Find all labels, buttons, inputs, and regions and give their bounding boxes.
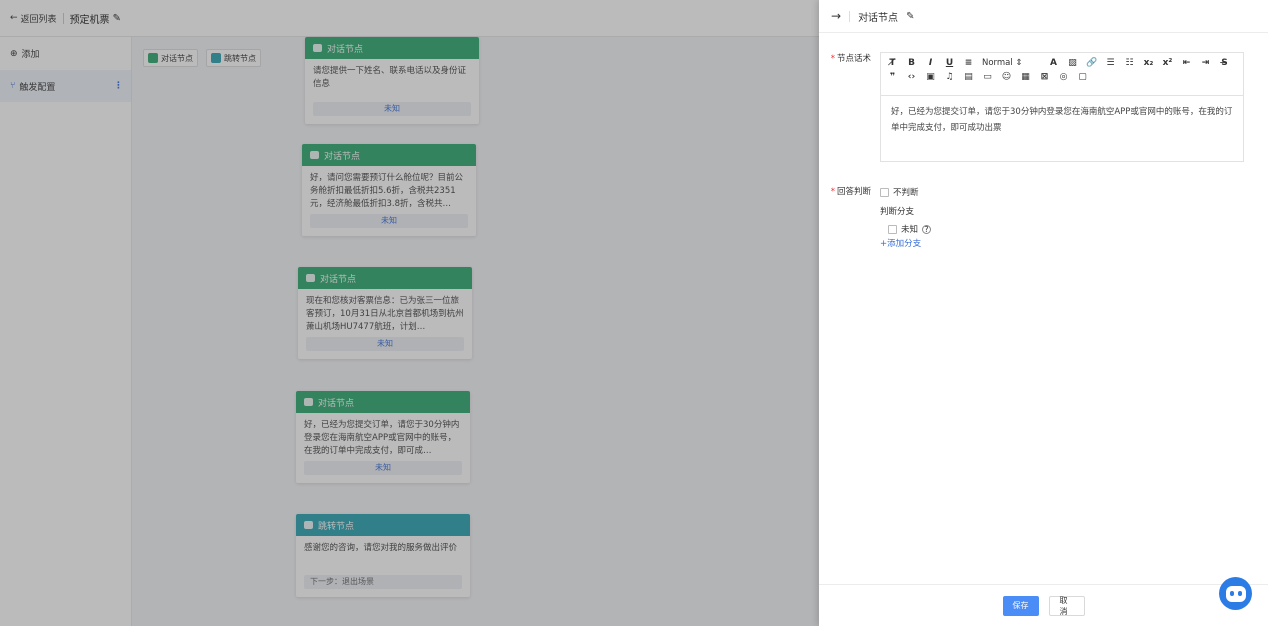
unknown-label: 未知 — [901, 225, 919, 235]
italic-icon[interactable]: I — [925, 58, 936, 69]
help-circle-icon[interactable]: ? — [922, 224, 932, 234]
answer-judge-row: * 回答判断 — [819, 185, 875, 197]
card-icon[interactable]: ▦ — [1020, 72, 1031, 83]
underline-icon[interactable]: U — [944, 58, 955, 69]
subscript-icon[interactable]: x₂ — [1143, 58, 1154, 69]
script-label-text: 节点话术 — [836, 54, 871, 64]
emoji-icon[interactable]: ☺ — [1001, 72, 1012, 83]
ordered-list-icon[interactable]: ☰ — [1105, 58, 1116, 69]
music-icon[interactable]: ♫ — [944, 72, 955, 83]
modal-overlay[interactable] — [0, 0, 819, 626]
font-color-icon[interactable]: A — [1048, 58, 1059, 69]
branch-heading: 判断分支 — [880, 205, 914, 217]
answer-label-text: 回答判断 — [836, 187, 871, 197]
align-icon[interactable]: ≡ — [963, 58, 974, 69]
superscript-icon[interactable]: x² — [1162, 58, 1173, 69]
indent-icon[interactable]: ⇥ — [1200, 58, 1211, 69]
highlight-icon[interactable]: ▨ — [1067, 58, 1078, 69]
branch-label: 判断分支 — [880, 207, 915, 217]
drawer-header: → 对话节点 ✎ — [819, 0, 1268, 33]
video-icon[interactable]: ▤ — [963, 72, 974, 83]
strikethrough-icon[interactable]: S̶ — [1219, 58, 1230, 69]
editor-toolbar: T̸ B I U ≡ Normal ⇕ A ▨ 🔗 ☰ ☷ x₂ x² ⇤ ⇥ … — [881, 53, 1243, 96]
link-icon[interactable]: 🔗 — [1086, 58, 1097, 69]
no-judge-label: 不判断 — [893, 188, 919, 198]
checkbox-box[interactable] — [888, 224, 897, 234]
bullet-list-icon[interactable]: ☷ — [1124, 58, 1135, 69]
bold-icon[interactable]: B — [906, 58, 917, 69]
font-select-value: Normal — [982, 58, 1013, 68]
no-judge-checkbox[interactable]: 不判断 — [880, 186, 919, 198]
arrow-right-icon[interactable]: → — [831, 9, 841, 23]
script-field-row: * 节点话术 — [819, 52, 875, 64]
outdent-icon[interactable]: ⇤ — [1181, 58, 1192, 69]
divider — [849, 10, 851, 22]
edit-pencil-icon[interactable]: ✎ — [906, 11, 914, 22]
drawer-footer: 保存 取消 — [819, 584, 1268, 626]
add-branch-link[interactable]: +添加分支 — [880, 237, 921, 249]
assistant-bot-icon[interactable] — [1219, 577, 1252, 610]
image-icon[interactable]: ▣ — [925, 72, 936, 83]
target-icon[interactable]: ◎ — [1058, 72, 1069, 83]
clear-format-icon[interactable]: T̸ — [887, 58, 898, 69]
cancel-button[interactable]: 取消 — [1048, 595, 1085, 616]
folder-icon[interactable]: ▭ — [982, 72, 993, 83]
code-icon[interactable]: ‹› — [906, 72, 917, 83]
save-button[interactable]: 保存 — [1002, 595, 1039, 616]
rich-text-editor[interactable]: T̸ B I U ≡ Normal ⇕ A ▨ 🔗 ☰ ☷ x₂ x² ⇤ ⇥ … — [880, 52, 1244, 162]
checkbox-box[interactable] — [880, 187, 889, 197]
font-size-select[interactable]: Normal ⇕ — [982, 58, 1040, 69]
message-icon[interactable]: ▢ — [1077, 72, 1088, 83]
close-box-icon[interactable]: ⊠ — [1039, 72, 1050, 83]
quote-icon[interactable]: ❞ — [887, 72, 898, 83]
drawer-title: 对话节点 — [858, 12, 899, 24]
editor-content[interactable]: 好，已经为您提交订单，请您于30分钟内登录您在海南航空APP或官网中的账号，在我… — [881, 96, 1243, 144]
bot-face — [1225, 585, 1246, 602]
node-edit-drawer: → 对话节点 ✎ * 节点话术 T̸ B I U ≡ Normal ⇕ A ▨ 🔗… — [819, 0, 1268, 626]
answer-label: * 回答判断 — [830, 187, 871, 197]
script-label: * 节点话术 — [830, 54, 871, 64]
unknown-branch-checkbox[interactable]: 未知 ? — [888, 223, 932, 235]
